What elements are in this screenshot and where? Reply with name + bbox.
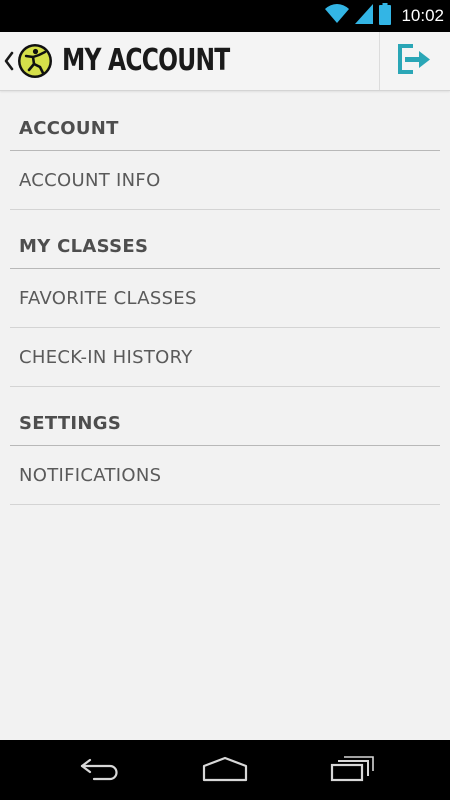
nav-recent-apps-button[interactable]: [322, 754, 382, 788]
list-item-label: CHECK-IN HISTORY: [19, 346, 193, 368]
list-item-notifications[interactable]: NOTIFICATIONS: [10, 446, 440, 505]
section-header-label: SETTINGS: [19, 413, 122, 434]
nav-back-button[interactable]: [70, 754, 130, 788]
list-item-label: FAVORITE CLASSES: [19, 287, 197, 309]
recent-apps-icon: [329, 755, 375, 787]
logout-button[interactable]: [379, 32, 450, 90]
status-bar: 10:02: [0, 0, 450, 32]
home-icon: [201, 756, 249, 787]
page-title: MY ACCOUNT: [62, 43, 230, 78]
logout-icon: [397, 43, 433, 80]
list-item-favorite-classes[interactable]: FAVORITE CLASSES: [10, 269, 440, 328]
screen: 10:02 MY ACCOUNT ACCOUNT ACCOUNT INFO MY…: [0, 0, 450, 800]
back-icon: [78, 757, 122, 786]
navigation-bar: [0, 740, 450, 800]
zumba-logo-icon[interactable]: [17, 43, 53, 79]
list-item-label: ACCOUNT INFO: [19, 169, 161, 191]
list-item-label: NOTIFICATIONS: [19, 464, 162, 486]
settings-list: ACCOUNT ACCOUNT INFO MY CLASSES FAVORITE…: [10, 91, 440, 505]
back-caret-icon[interactable]: [4, 49, 14, 73]
nav-home-button[interactable]: [195, 754, 255, 788]
section-header-label: ACCOUNT: [19, 118, 119, 139]
list-item-account-info[interactable]: ACCOUNT INFO: [10, 151, 440, 210]
section-header-label: MY CLASSES: [19, 236, 149, 257]
section-header-account: ACCOUNT: [10, 91, 440, 151]
signal-icon: [355, 3, 374, 29]
status-time: 10:02: [401, 6, 444, 25]
battery-icon: [379, 2, 392, 30]
wifi-icon: [325, 3, 350, 29]
status-icons: 10:02: [325, 0, 450, 32]
list-item-check-in-history[interactable]: CHECK-IN HISTORY: [10, 328, 440, 387]
section-header-settings: SETTINGS: [10, 387, 440, 446]
section-header-my-classes: MY CLASSES: [10, 210, 440, 269]
action-bar: MY ACCOUNT: [0, 32, 450, 91]
